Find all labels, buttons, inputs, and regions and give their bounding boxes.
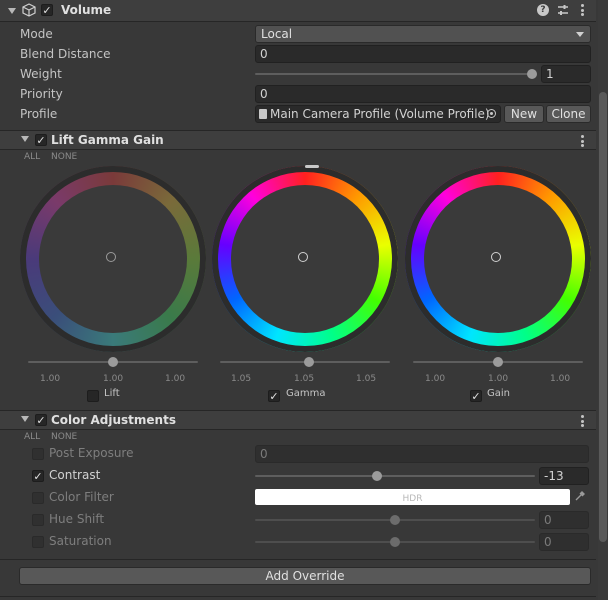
gamma-color-wheel[interactable] [212,165,398,352]
lift-value-g: 1.00 [103,374,124,384]
lift-wheel-handle[interactable] [106,252,116,262]
lift-intensity-knob[interactable] [108,357,118,367]
saturation-label: Saturation [49,534,112,548]
lift-value-r: 1.00 [40,374,61,384]
lgg-all-button[interactable]: ALL [24,152,40,162]
gain-override-checkbox[interactable]: ✓ [470,390,482,403]
lift-gamma-gain-enabled-checkbox[interactable]: ✓ [35,134,47,147]
weight-label: Weight [20,67,62,81]
hue-shift-slider-knob[interactable] [390,515,400,525]
post-exposure-field[interactable]: 0 [255,445,589,463]
color-adjustments-header[interactable]: ✓ Color Adjustments [0,411,596,430]
ca-all-button[interactable]: ALL [24,432,40,442]
gamma-value-g: 1.05 [294,374,315,384]
saturation-override-checkbox[interactable] [32,536,44,548]
help-icon[interactable]: ? [537,4,549,16]
new-profile-button[interactable]: New [504,105,544,123]
gain-value-g: 1.00 [488,374,509,384]
volume-component-header[interactable]: ✓ Volume ? [0,0,596,22]
chevron-down-icon [576,32,584,37]
hue-shift-label: Hue Shift [49,512,105,526]
mode-label: Mode [20,27,53,41]
kebab-menu-icon[interactable] [581,4,584,16]
object-picker-icon[interactable] [487,109,496,118]
gain-value-r: 1.00 [425,374,446,384]
gain-intensity-knob[interactable] [493,357,503,367]
gamma-label: Gamma [286,388,326,399]
profile-value: Main Camera Profile (Volume Profile) [270,107,490,121]
color-filter-label: Color Filter [49,490,114,504]
gain-wheel-handle[interactable] [491,252,501,262]
profile-asset-icon [259,109,267,119]
gamma-value-r: 1.05 [231,374,252,384]
color-filter-swatch[interactable]: HDR [255,489,570,505]
gamma-hue-marker [305,165,319,168]
contrast-slider-track[interactable] [255,475,535,477]
gamma-intensity-knob[interactable] [304,357,314,367]
color-adjustments-collapse-icon[interactable] [21,416,29,422]
mode-dropdown[interactable]: Local [255,25,591,43]
component-title: Volume [61,3,112,17]
section-divider [0,559,596,560]
profile-object-field[interactable]: Main Camera Profile (Volume Profile) [255,105,501,123]
lift-gamma-gain-menu-icon[interactable] [581,135,584,147]
clone-profile-button[interactable]: Clone [546,105,591,123]
priority-field[interactable]: 0 [255,85,591,103]
contrast-slider-knob[interactable] [372,471,382,481]
gamma-wheel-handle[interactable] [298,252,308,262]
weight-field[interactable]: 1 [541,65,591,83]
color-adjustments-enabled-checkbox[interactable]: ✓ [35,414,47,427]
bottom-divider [0,596,596,597]
lift-override-checkbox[interactable] [87,390,99,402]
color-adjustments-menu-icon[interactable] [581,415,584,427]
lgg-none-button[interactable]: NONE [51,152,77,162]
lift-gamma-gain-collapse-icon[interactable] [21,136,29,142]
blend-distance-label: Blend Distance [20,47,111,61]
hue-shift-override-checkbox[interactable] [32,514,44,526]
weight-slider-knob[interactable] [527,69,537,79]
volume-icon [22,3,36,17]
mode-value: Local [261,27,293,41]
add-override-button[interactable]: Add Override [19,567,591,585]
gain-label: Gain [487,388,510,399]
saturation-field[interactable]: 0 [539,533,589,551]
gain-color-wheel[interactable] [405,166,591,352]
color-filter-override-checkbox[interactable] [32,492,44,504]
priority-label: Priority [20,87,63,101]
weight-slider-track[interactable] [255,73,536,75]
saturation-slider-knob[interactable] [390,537,400,547]
profile-label: Profile [20,107,58,121]
collapse-arrow-icon[interactable] [8,8,16,14]
lift-label: Lift [104,388,120,399]
gain-value-b: 1.00 [550,374,571,384]
blend-distance-field[interactable]: 0 [255,45,591,63]
lift-gamma-gain-title: Lift Gamma Gain [51,133,164,147]
post-exposure-override-checkbox[interactable] [32,448,44,460]
post-exposure-label: Post Exposure [49,446,134,460]
ca-none-button[interactable]: NONE [51,432,77,442]
contrast-override-checkbox[interactable]: ✓ [32,470,44,483]
color-filter-hdr-tag: HDR [402,494,423,504]
scrollbar-thumb[interactable] [599,92,607,542]
inspector-scrollbar[interactable] [598,0,608,600]
lift-color-wheel[interactable] [20,166,206,352]
preset-icon[interactable] [557,4,569,16]
volume-enabled-checkbox[interactable]: ✓ [41,4,53,17]
hue-shift-field[interactable]: 0 [539,511,589,529]
lift-value-b: 1.00 [165,374,186,384]
eyedropper-icon[interactable] [574,490,586,502]
color-adjustments-title: Color Adjustments [51,413,176,427]
gamma-override-checkbox[interactable]: ✓ [268,390,280,403]
gamma-value-b: 1.05 [356,374,377,384]
contrast-label: Contrast [49,468,101,482]
lift-gamma-gain-header[interactable]: ✓ Lift Gamma Gain [0,131,596,150]
contrast-field[interactable]: -13 [539,467,589,485]
